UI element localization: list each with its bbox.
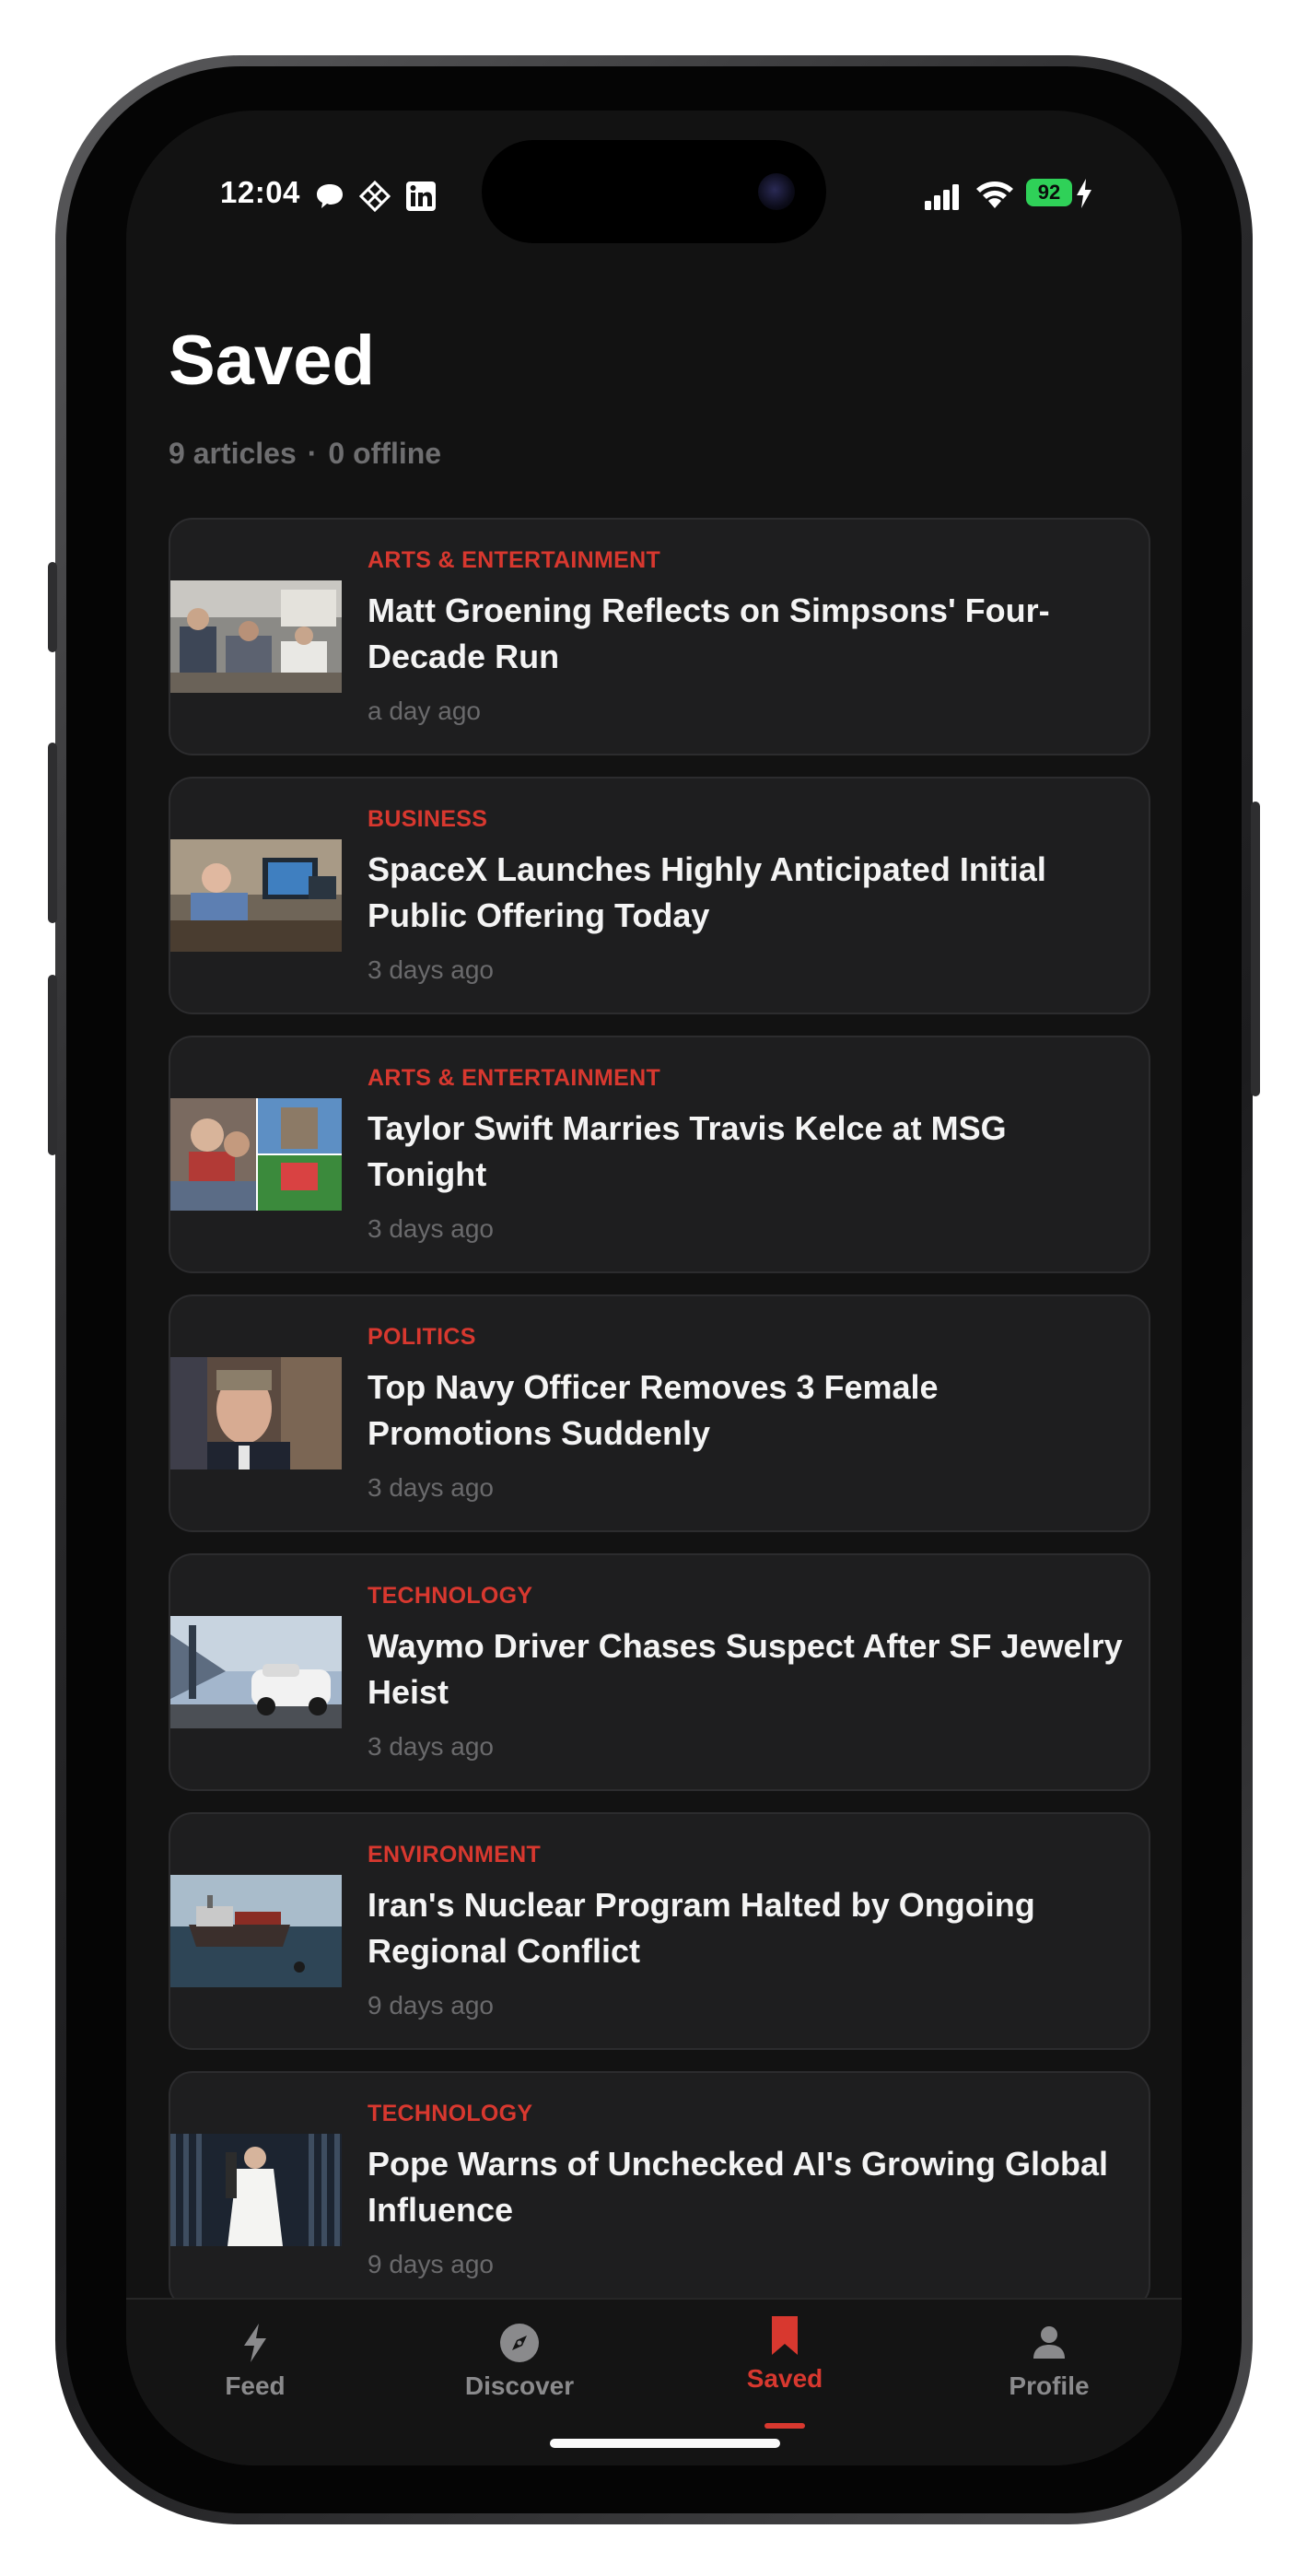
page-title: Saved xyxy=(169,322,375,400)
article-headline: Taylor Swift Marries Travis Kelce at MSG… xyxy=(368,1109,1007,1193)
saved-summary: 9 articles · 0 offline xyxy=(169,437,441,471)
article-headline: Iran's Nuclear Program Halted by Ongoing… xyxy=(368,1886,1035,1970)
linkedin-icon xyxy=(406,181,436,211)
home-indicator[interactable] xyxy=(550,2439,780,2448)
article-age: 3 days ago xyxy=(368,1214,494,1243)
bookmark-icon xyxy=(772,2316,798,2355)
volume-up-button xyxy=(48,743,57,923)
article-age: 9 days ago xyxy=(368,2250,494,2278)
tab-label: Saved xyxy=(746,2364,823,2393)
article-age: 3 days ago xyxy=(368,955,494,984)
person-icon xyxy=(1033,2326,1065,2359)
volume-down-button xyxy=(48,975,57,1155)
tab-feed[interactable]: Feed xyxy=(172,2322,338,2401)
power-button xyxy=(1251,802,1260,1096)
charging-bolt-icon xyxy=(1077,179,1091,208)
article-category: ENVIRONMENT xyxy=(368,1842,542,1868)
article-thumbnail xyxy=(170,1875,342,1987)
article-thumbnail xyxy=(170,1357,342,1469)
article-thumbnail xyxy=(170,580,342,693)
action-button xyxy=(48,562,57,652)
lightning-icon xyxy=(244,2324,266,2362)
screen: 12:04 92 Saved 9 articles · 0 offline AR… xyxy=(126,111,1182,2465)
article-category: TECHNOLOGY xyxy=(368,2101,533,2126)
article-headline: Top Navy Officer Removes 3 Female Promot… xyxy=(368,1368,939,1452)
compass-icon xyxy=(500,2324,539,2362)
offline-count: 0 offline xyxy=(328,437,442,470)
article-category: TECHNOLOGY xyxy=(368,1583,533,1609)
article-card[interactable]: POLITICS Top Navy Officer Removes 3 Fema… xyxy=(169,1294,1150,1532)
article-category: POLITICS xyxy=(368,1324,476,1350)
status-time: 12:04 xyxy=(220,175,300,209)
article-age: 3 days ago xyxy=(368,1732,494,1761)
battery-icon: 92 xyxy=(1026,179,1072,206)
tab-saved[interactable]: Saved xyxy=(702,2314,868,2429)
tab-label: Discover xyxy=(464,2371,575,2400)
article-headline: SpaceX Launches Highly Anticipated Initi… xyxy=(368,850,1046,934)
article-headline: Matt Groening Reflects on Simpsons' Four… xyxy=(368,591,1050,675)
diamond-grid-icon xyxy=(359,181,391,212)
tab-label: Profile xyxy=(1009,2371,1090,2400)
article-age: a day ago xyxy=(368,697,481,725)
cellular-signal-icon xyxy=(925,184,959,210)
article-age: 3 days ago xyxy=(368,1473,494,1502)
article-thumbnail xyxy=(170,1098,342,1211)
message-bubble-icon xyxy=(317,184,343,208)
article-headline: Waymo Driver Chases Suspect After SF Jew… xyxy=(368,1627,1123,1711)
article-category: ARTS & ENTERTAINMENT xyxy=(368,547,661,573)
article-card[interactable]: ARTS & ENTERTAINMENT Taylor Swift Marrie… xyxy=(169,1036,1150,1273)
article-category: BUSINESS xyxy=(368,806,488,832)
tab-profile[interactable]: Profile xyxy=(966,2322,1132,2401)
article-thumbnail xyxy=(170,1616,342,1728)
article-count: 9 articles xyxy=(169,437,297,470)
wifi-icon xyxy=(976,181,1013,208)
article-card[interactable]: ENVIRONMENT Iran's Nuclear Program Halte… xyxy=(169,1812,1150,2050)
camera-icon xyxy=(758,173,795,210)
article-category: ARTS & ENTERTAINMENT xyxy=(368,1065,661,1091)
summary-separator: · xyxy=(307,437,318,470)
article-age: 9 days ago xyxy=(368,1991,494,2020)
article-card[interactable]: TECHNOLOGY Pope Warns of Unchecked AI's … xyxy=(169,2071,1150,2309)
tab-label: Feed xyxy=(225,2371,286,2400)
dynamic-island xyxy=(482,140,826,243)
tab-discover[interactable]: Discover xyxy=(437,2322,602,2401)
article-card[interactable]: ARTS & ENTERTAINMENT Matt Groening Refle… xyxy=(169,518,1150,755)
article-headline: Pope Warns of Unchecked AI's Growing Glo… xyxy=(368,2145,1109,2229)
active-tab-indicator xyxy=(764,2423,805,2429)
article-thumbnail xyxy=(170,2134,342,2246)
article-card[interactable]: TECHNOLOGY Waymo Driver Chases Suspect A… xyxy=(169,1553,1150,1791)
article-card[interactable]: BUSINESS SpaceX Launches Highly Anticipa… xyxy=(169,777,1150,1014)
article-thumbnail xyxy=(170,839,342,952)
